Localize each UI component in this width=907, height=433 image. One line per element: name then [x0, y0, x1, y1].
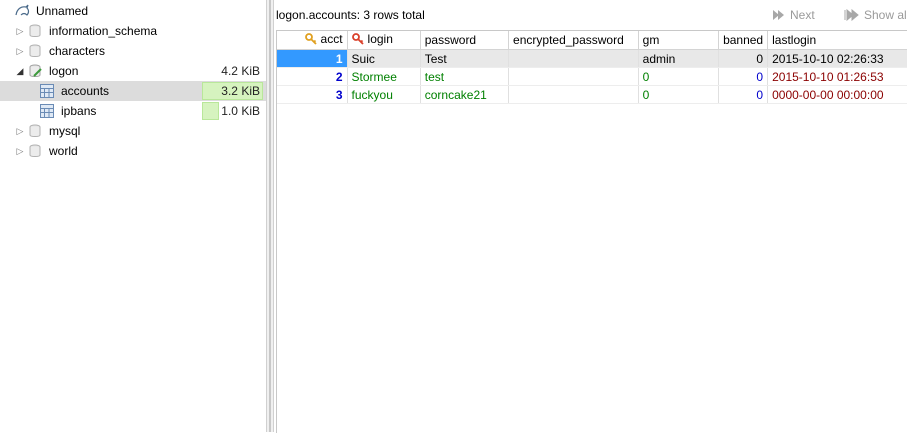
database-tree: Unnamed ▷ information_schema ▷ character… [0, 0, 267, 432]
cell-gm[interactable]: 0 [638, 85, 720, 104]
column-header-label: acct [320, 32, 343, 47]
next-icon [773, 10, 784, 20]
table-row[interactable]: 2 Stormee test 0 0 2015-10-10 01:26:53 [277, 67, 907, 86]
tree-item-information-schema[interactable]: ▷ information_schema [0, 21, 266, 41]
tree-item-label: characters [49, 44, 106, 58]
tree-item-characters[interactable]: ▷ characters [0, 41, 266, 61]
tree-item-ipbans[interactable]: ipbans 1.0 KiB [0, 101, 266, 121]
data-grid: acct login password encrypted_password g… [276, 30, 907, 433]
column-header-login[interactable]: login [347, 31, 421, 50]
size-bar [202, 102, 219, 120]
column-header-lastlogin[interactable]: lastlogin [767, 31, 907, 50]
column-header-acct[interactable]: acct [277, 31, 348, 50]
table-row[interactable]: 1 Suic Test admin 0 2015-10-10 02:26:33 [277, 49, 907, 68]
expand-arrow-icon[interactable]: ▷ [15, 46, 25, 56]
cell-acct[interactable]: 1 [277, 49, 348, 68]
cell-encrypted-password[interactable] [508, 67, 639, 86]
tree-item-label: accounts [61, 84, 110, 98]
cell-acct[interactable]: 2 [277, 67, 348, 86]
table-size: 3.2 KiB [221, 84, 260, 98]
column-header-encrypted-password[interactable]: encrypted_password [508, 31, 639, 50]
cell-login[interactable]: Suic [347, 49, 421, 68]
cell-encrypted-password[interactable] [508, 49, 639, 68]
unique-key-icon [351, 32, 364, 48]
primary-key-icon [304, 32, 317, 48]
expand-arrow-icon[interactable]: ▷ [15, 146, 25, 156]
table-icon [40, 84, 54, 98]
result-title: logon.accounts: 3 rows total [276, 8, 425, 22]
cell-acct[interactable]: 3 [277, 85, 348, 104]
cell-password[interactable]: Test [420, 49, 510, 68]
database-icon [29, 24, 43, 38]
cell-lastlogin[interactable]: 2015-10-10 02:26:33 [767, 49, 907, 68]
column-header-banned[interactable]: banned [718, 31, 769, 50]
cell-encrypted-password[interactable] [508, 85, 639, 104]
result-header: logon.accounts: 3 rows total Next Show a… [274, 0, 907, 28]
show-all-icon [844, 9, 859, 21]
database-icon [29, 44, 43, 58]
table-icon [40, 104, 54, 118]
show-all-button[interactable]: Show al [844, 6, 907, 24]
database-active-icon [29, 64, 43, 78]
tree-item-world[interactable]: ▷ world [0, 141, 266, 161]
tree-item-logon[interactable]: ◢ logon 4.2 KiB [0, 61, 266, 81]
tree-item-label: information_schema [49, 24, 158, 38]
database-icon [29, 144, 43, 158]
cell-login[interactable]: Stormee [347, 67, 421, 86]
cell-password[interactable]: corncake21 [420, 85, 510, 104]
database-icon [29, 124, 43, 138]
result-table: acct login password encrypted_password g… [277, 31, 907, 104]
table-size: 1.0 KiB [221, 104, 260, 118]
cell-lastlogin[interactable]: 2015-10-10 01:26:53 [767, 67, 907, 86]
panel-splitter[interactable] [266, 0, 274, 432]
cell-banned[interactable]: 0 [718, 49, 769, 68]
cell-gm[interactable]: 0 [638, 67, 720, 86]
expand-arrow-icon[interactable]: ▷ [15, 26, 25, 36]
result-panel: logon.accounts: 3 rows total Next Show a… [274, 0, 907, 433]
tree-item-label: world [49, 144, 78, 158]
splitter-grip[interactable] [269, 0, 271, 432]
tree-item-label: mysql [49, 124, 81, 138]
column-header-password[interactable]: password [420, 31, 510, 50]
column-header-label: login [367, 32, 393, 47]
tree-root-label: Unnamed [36, 4, 89, 18]
tree-item-accounts[interactable]: accounts 3.2 KiB [0, 81, 266, 101]
dolphin-icon [14, 4, 30, 18]
database-size: 4.2 KiB [221, 64, 260, 78]
cell-password[interactable]: test [420, 67, 510, 86]
next-label: Next [790, 8, 815, 22]
column-header-gm[interactable]: gm [638, 31, 720, 50]
expand-arrow-icon[interactable]: ▷ [15, 126, 25, 136]
cell-banned[interactable]: 0 [718, 67, 769, 86]
tree-item-label: ipbans [61, 104, 97, 118]
next-button[interactable]: Next [772, 6, 815, 24]
cell-login[interactable]: fuckyou [347, 85, 421, 104]
table-row[interactable]: 3 fuckyou corncake21 0 0 0000-00-00 00:0… [277, 85, 907, 104]
show-all-label: Show al [864, 8, 907, 22]
tree-item-root[interactable]: Unnamed [0, 1, 266, 21]
cell-gm[interactable]: admin [638, 49, 720, 68]
cell-banned[interactable]: 0 [718, 85, 769, 104]
collapse-arrow-icon[interactable]: ◢ [15, 66, 25, 76]
cell-lastlogin[interactable]: 0000-00-00 00:00:00 [767, 85, 907, 104]
tree-item-label: logon [49, 64, 79, 78]
tree-item-mysql[interactable]: ▷ mysql [0, 121, 266, 141]
table-header-row: acct login password encrypted_password g… [277, 31, 907, 50]
